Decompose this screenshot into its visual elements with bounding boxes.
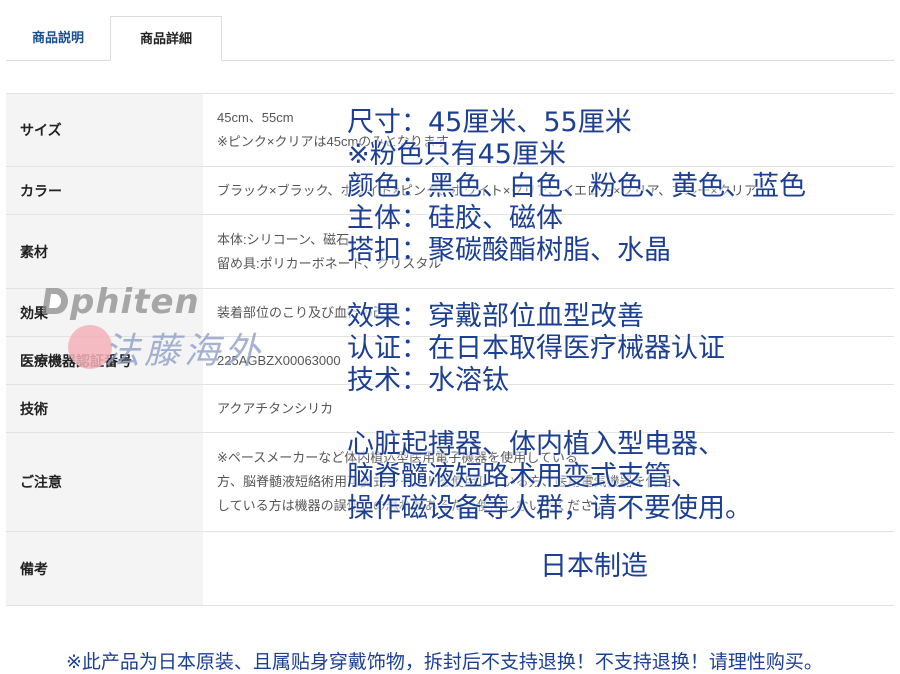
- spec-value-caution: ※ペースメーカーなど体内植込型医用電子機器を使用している 方、脳脊髄液短絡術用可…: [203, 432, 894, 532]
- spec-value-tech: アクアチタンシリカ: [203, 384, 894, 433]
- spec-key-size: サイズ: [6, 93, 203, 167]
- spec-key-material: 素材: [6, 214, 203, 289]
- caution-line-3: している方は機器の誤作動の恐れがあるため使用しないでください。: [217, 498, 620, 513]
- spec-value-material: 本体:シリコーン、磁石 留め具:ポリカーボネート、クリスタル: [203, 214, 894, 289]
- caution-line-2: 方、脳脊髄液短絡術用可変式シャントを使用している方、医用電気機器を使用: [217, 474, 672, 489]
- tab-bar: 商品説明 商品詳細: [6, 16, 894, 61]
- size-line: 45cm、55cm: [217, 110, 294, 125]
- effect-line: 装着部位のこり及び血行の改善: [217, 304, 400, 320]
- phiten-d-icon: [42, 288, 68, 314]
- material-body: 本体:シリコーン、磁石: [217, 231, 350, 247]
- spec-key-color: カラー: [6, 166, 203, 215]
- cert-number: 225AGBZX00063000: [217, 352, 341, 368]
- tech-line: アクアチタンシリカ: [217, 400, 334, 416]
- caution-line-1: ※ペースメーカーなど体内植込型医用電子機器を使用している: [217, 450, 578, 465]
- phiten-logo-text: phiten: [70, 282, 200, 322]
- spec-value-effect: 装着部位のこり及び血行の改善: [203, 288, 894, 337]
- table-row: 素材 本体:シリコーン、磁石 留め具:ポリカーボネート、クリスタル: [6, 214, 894, 289]
- table-row: カラー ブラック×ブラック、ホワイト×ピンク、ホワイト×クリア、イエロー×クリア…: [6, 166, 894, 215]
- spec-value-size: 45cm、55cm ※ピンク×クリアは45cmのみとなります: [203, 93, 894, 167]
- spec-value-remarks: [203, 531, 894, 606]
- spec-key-remarks: 備考: [6, 531, 203, 606]
- material-clasp: 留め具:ポリカーボネート、クリスタル: [217, 255, 442, 271]
- table-row: ご注意 ※ペースメーカーなど体内植込型医用電子機器を使用している 方、脳脊髄液短…: [6, 432, 894, 532]
- table-row: 備考: [6, 531, 894, 606]
- seal-watermark-text: 法藤海外: [104, 331, 265, 372]
- size-note: ※ピンク×クリアは45cmのみとなります: [217, 134, 449, 149]
- table-row: 技術 アクアチタンシリカ: [6, 384, 894, 433]
- table-row: サイズ 45cm、55cm ※ピンク×クリアは45cmのみとなります: [6, 93, 894, 167]
- spec-key-caution: ご注意: [6, 432, 203, 532]
- tab-product-description[interactable]: 商品説明: [6, 16, 110, 60]
- tab-product-details[interactable]: 商品詳細: [110, 16, 222, 61]
- spec-value-color: ブラック×ブラック、ホワイト×ピンク、ホワイト×クリア、イエロー×クリア、ブルー…: [203, 166, 894, 215]
- spec-value-cert: 225AGBZX00063000: [203, 336, 894, 385]
- color-line: ブラック×ブラック、ホワイト×ピンク、ホワイト×クリア、イエロー×クリア、ブルー…: [217, 182, 757, 198]
- return-policy-note: ※此产品为日本原装、且属贴身穿戴饰物，拆封后不支持退换！不支持退换！请理性购买。: [66, 651, 823, 673]
- spec-key-tech: 技術: [6, 384, 203, 433]
